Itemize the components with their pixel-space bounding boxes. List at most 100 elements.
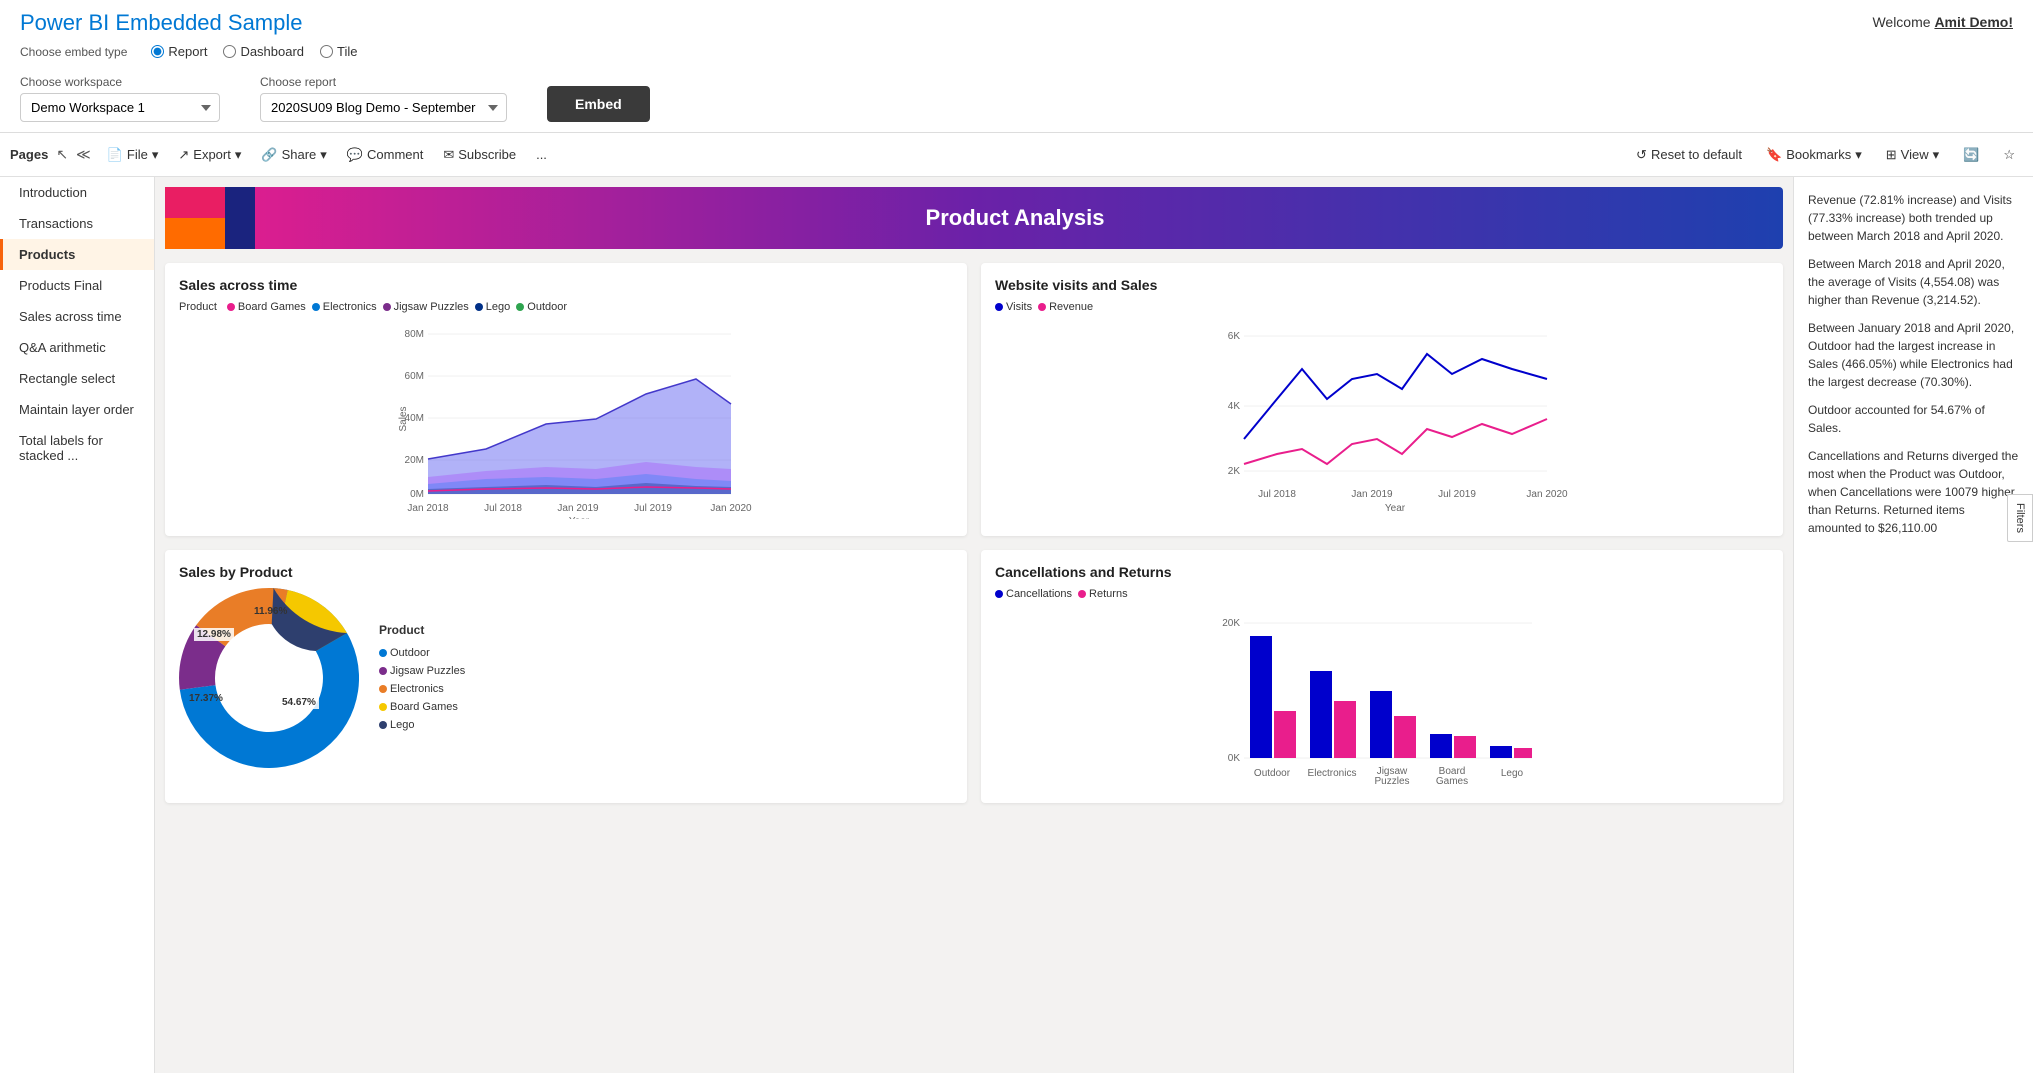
filters-tab[interactable]: Filters <box>2007 494 2033 542</box>
svg-text:Games: Games <box>1436 776 1468 786</box>
radio-report[interactable]: Report <box>151 44 207 59</box>
svg-text:Jul 2019: Jul 2019 <box>1438 489 1476 500</box>
svg-text:Puzzles: Puzzles <box>1374 776 1409 786</box>
report-title: Product Analysis <box>165 187 1783 249</box>
more-button[interactable]: ... <box>528 143 555 166</box>
svg-text:Jul 2019: Jul 2019 <box>634 503 672 514</box>
svg-text:Jan 2019: Jan 2019 <box>557 503 599 514</box>
svg-text:Year: Year <box>569 516 590 519</box>
radio-tile[interactable]: Tile <box>320 44 357 59</box>
export-button[interactable]: ↗ Export ▾ <box>170 143 249 167</box>
view-button[interactable]: ⊞ View ▾ <box>1878 143 1947 167</box>
sidebar-item-introduction[interactable]: Introduction <box>0 177 154 208</box>
svg-text:0M: 0M <box>410 489 424 500</box>
refresh-button[interactable]: 🔄 <box>1955 143 1987 167</box>
bar-elec-cancel <box>1310 671 1332 758</box>
reset-icon: ↺ <box>1636 147 1647 163</box>
report-select[interactable]: 2020SU09 Blog Demo - September <box>260 93 507 122</box>
view-icon: ⊞ <box>1886 147 1897 163</box>
analysis-p5: Cancellations and Returns diverged the m… <box>1808 447 2019 537</box>
sidebar-item-total-labels[interactable]: Total labels for stacked ... <box>0 425 154 471</box>
sidebar-item-products[interactable]: Products <box>0 239 154 270</box>
legend-electronics: Electronics <box>312 301 377 313</box>
file-chevron: ▾ <box>152 147 159 163</box>
main-layout: Introduction Transactions Products Produ… <box>0 177 2033 1073</box>
subscribe-button[interactable]: ✉ Subscribe <box>435 143 524 167</box>
legend-board-games: Board Games <box>227 301 306 313</box>
svg-text:Jan 2020: Jan 2020 <box>1526 489 1568 500</box>
svg-text:Jan 2020: Jan 2020 <box>710 503 752 514</box>
svg-text:4K: 4K <box>1228 401 1241 412</box>
cancellations-card: Cancellations and Returns Cancellations … <box>981 550 1783 803</box>
sidebar-item-rectangle-select[interactable]: Rectangle select <box>0 363 154 394</box>
sales-by-product-card: Sales by Product <box>165 550 967 803</box>
svg-text:Year: Year <box>1385 503 1406 514</box>
legend-outdoor-donut: Outdoor <box>379 647 465 659</box>
sales-across-time-card: Sales across time Product Board Games El… <box>165 263 967 536</box>
star-icon: ☆ <box>2003 147 2015 163</box>
legend-revenue: Revenue <box>1038 301 1093 313</box>
comment-button[interactable]: 💬 Comment <box>339 143 432 167</box>
sidebar-item-qa-arithmetic[interactable]: Q&A arithmetic <box>0 332 154 363</box>
svg-text:Sales: Sales <box>398 406 409 431</box>
sidebar-item-transactions[interactable]: Transactions <box>0 208 154 239</box>
svg-text:60M: 60M <box>405 371 424 382</box>
bookmarks-button[interactable]: 🔖 Bookmarks ▾ <box>1758 143 1870 167</box>
legend-jigsaw-donut: Jigsaw Puzzles <box>379 665 465 677</box>
sidebar: Introduction Transactions Products Produ… <box>0 177 155 1073</box>
refresh-icon: 🔄 <box>1963 147 1979 163</box>
analysis-p1: Revenue (72.81% increase) and Visits (77… <box>1808 191 2019 245</box>
sales-chart-svg: 80M 60M 40M 20M 0M Sales <box>179 319 953 519</box>
sales-legend-label: Product <box>179 301 217 313</box>
donut-container: 11.96% 12.98% 17.37% 54.67% Product Outd… <box>179 588 953 771</box>
svg-text:6K: 6K <box>1228 331 1241 342</box>
sidebar-item-products-final[interactable]: Products Final <box>0 270 154 301</box>
collapse-icon[interactable]: ≪ <box>72 142 95 167</box>
embed-type-label: Choose embed type <box>20 45 127 59</box>
charts-grid: Sales across time Product Board Games El… <box>165 263 1783 803</box>
app-title: Power BI Embedded Sample <box>20 10 358 36</box>
subscribe-icon: ✉ <box>443 147 454 163</box>
welcome-text: Welcome Amit Demo! <box>1872 14 2013 30</box>
toolbar: Pages ↖ ≪ 📄 File ▾ ↗ Export ▾ 🔗 Share ▾ … <box>0 133 2033 177</box>
sales-by-product-title: Sales by Product <box>179 564 953 580</box>
share-button[interactable]: 🔗 Share ▾ <box>253 143 334 167</box>
svg-text:Jan 2018: Jan 2018 <box>407 503 449 514</box>
radio-dashboard[interactable]: Dashboard <box>223 44 304 59</box>
file-button[interactable]: 📄 File ▾ <box>99 143 167 167</box>
donut-chart: 11.96% 12.98% 17.37% 54.67% <box>179 588 359 771</box>
app-header: Power BI Embedded Sample Choose embed ty… <box>0 0 2033 133</box>
donut-legend: Product Outdoor Jigsaw Puzzles Electroni… <box>379 623 465 731</box>
svg-text:Outdoor: Outdoor <box>1254 768 1291 779</box>
report-label: Choose report <box>260 75 507 89</box>
reset-button[interactable]: ↺ Reset to default <box>1628 143 1750 167</box>
cancellations-title: Cancellations and Returns <box>995 564 1769 580</box>
report-banner-container: Product Analysis <box>165 187 1783 249</box>
svg-text:Jul 2018: Jul 2018 <box>484 503 522 514</box>
website-visits-card: Website visits and Sales Visits Revenue … <box>981 263 1783 536</box>
reset-label: Reset to default <box>1651 147 1742 162</box>
export-label: Export <box>193 147 231 162</box>
bar-lego-return <box>1514 748 1532 758</box>
bookmarks-chevron: ▾ <box>1855 147 1862 163</box>
sales-legend: Product Board Games Electronics Jigsaw P… <box>179 301 953 313</box>
svg-text:Jan 2019: Jan 2019 <box>1351 489 1393 500</box>
analysis-p2: Between March 2018 and April 2020, the a… <box>1808 255 2019 309</box>
pages-label: Pages <box>10 147 48 162</box>
subscribe-label: Subscribe <box>458 147 516 162</box>
analysis-p3: Between January 2018 and April 2020, Out… <box>1808 319 2019 391</box>
filters-tab-label[interactable]: Filters <box>2007 494 2033 542</box>
svg-text:80M: 80M <box>405 329 424 340</box>
svg-text:Lego: Lego <box>1501 768 1524 779</box>
sidebar-item-maintain-layer-order[interactable]: Maintain layer order <box>0 394 154 425</box>
welcome-user: Amit Demo! <box>1934 14 2013 30</box>
workspace-label: Choose workspace <box>20 75 220 89</box>
workspace-select[interactable]: Demo Workspace 1 <box>20 93 220 122</box>
star-button[interactable]: ☆ <box>1995 143 2023 167</box>
donut-svg <box>179 588 359 768</box>
embed-button[interactable]: Embed <box>547 86 650 122</box>
view-chevron: ▾ <box>1933 147 1940 163</box>
comment-label: Comment <box>367 147 423 162</box>
radio-tile-label: Tile <box>337 44 357 59</box>
sidebar-item-sales-across-time[interactable]: Sales across time <box>0 301 154 332</box>
